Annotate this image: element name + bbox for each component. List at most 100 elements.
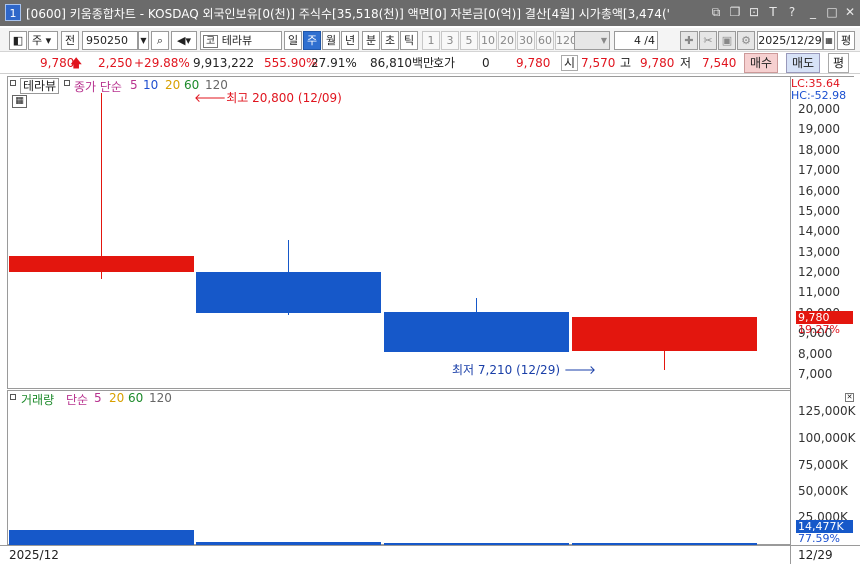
vol-ma-120[interactable]: 120	[149, 391, 172, 405]
close-icon[interactable]: ✕	[843, 5, 857, 19]
turnover: 27.91%	[311, 56, 357, 70]
interval-120[interactable]: 120	[555, 31, 577, 50]
grid-icon[interactable]: ▦	[12, 95, 27, 108]
calendar-icon[interactable]: ▦	[823, 31, 835, 50]
right-arrow-icon: 🡒	[563, 363, 597, 377]
candle-wick	[101, 92, 102, 280]
vol-close-icon[interactable]: ✕	[845, 393, 854, 402]
panel-marker-icon[interactable]	[10, 80, 16, 86]
price-tick: 16,000	[798, 183, 840, 198]
flat-button[interactable]: 평	[837, 31, 855, 50]
restore-icon[interactable]: ❐	[728, 5, 742, 19]
period-tick[interactable]: 틱	[400, 31, 418, 50]
interval-60[interactable]: 60	[536, 31, 554, 50]
chart-toolbar: ◧ 주 ▾ 전 950250 ▼ ⌕ ◀▾ 코 테라뷰 일 주 월 년 분 초 …	[0, 28, 860, 52]
trade-amount: 86,810백만	[370, 56, 435, 70]
window-title: [0600] 키움종합차트 - KOSDAQ 외국인보유[0(천)] 주식수[3…	[26, 7, 670, 21]
interval-30[interactable]: 30	[517, 31, 535, 50]
low-annotation-text: 최저 7,210 (12/29)	[452, 363, 561, 377]
period-minute[interactable]: 분	[362, 31, 380, 50]
link-icon[interactable]: ⧉	[709, 5, 723, 19]
text-icon[interactable]: T	[766, 5, 780, 19]
save-icon[interactable]: ▣	[718, 31, 736, 50]
period-week[interactable]: 주	[303, 31, 321, 50]
minimize-icon[interactable]: _	[806, 5, 820, 19]
low-label: 저	[680, 56, 692, 70]
code-dropdown-icon[interactable]: ▼	[138, 31, 149, 50]
interval-10[interactable]: 10	[479, 31, 497, 50]
pin-icon[interactable]: ⊡	[747, 5, 761, 19]
stock-name-field[interactable]: 코 테라뷰	[200, 31, 282, 50]
volume-ratio: 555.90%	[264, 56, 318, 70]
code-input[interactable]: 950250	[82, 31, 138, 50]
maximize-icon[interactable]: □	[825, 5, 839, 19]
price-pct-tag: 19.27%	[798, 323, 840, 336]
low-annotation: 최저 7,210 (12/29) 🡒	[452, 361, 596, 378]
help-icon[interactable]: ?	[785, 5, 799, 19]
ma-5[interactable]: 5	[130, 78, 138, 92]
period-day[interactable]: 일	[284, 31, 302, 50]
open-price: 7,570	[581, 56, 616, 70]
candle-body	[9, 255, 194, 273]
vol-ma-5[interactable]: 5	[94, 391, 102, 405]
price-tick: 15,000	[798, 203, 840, 218]
period-second[interactable]: 초	[381, 31, 399, 50]
price-tick: 7,000	[798, 367, 833, 381]
up-arrow-icon: 🡅	[70, 56, 83, 70]
start-date: 2025/12	[9, 548, 59, 562]
vol-ma-60[interactable]: 60	[128, 391, 143, 405]
price-tick: 12,000	[798, 265, 840, 280]
stock-legend[interactable]: 테라뷰	[20, 78, 60, 94]
window-titlebar: 1 [0600] 키움종합차트 - KOSDAQ 외국인보유[0(천)] 주식수…	[0, 0, 860, 26]
type-select[interactable]: 주 ▾	[28, 31, 58, 50]
sound-icon[interactable]: ◀▾	[171, 31, 197, 50]
stock-name: 테라뷰	[221, 34, 253, 47]
volume-bar	[9, 530, 194, 545]
gear-icon[interactable]: ⚙	[737, 31, 755, 50]
page-total: /4	[644, 34, 655, 47]
page-indicator: 4 /4	[614, 31, 658, 50]
scissors-icon[interactable]: ✂	[699, 31, 717, 50]
volume-max-note: 14,477,301주(77.59%)	[11, 406, 146, 420]
market-badge: 코	[203, 35, 219, 48]
high-annotation-text: 최고 20,800 (12/09)	[226, 91, 342, 105]
type-select-value: 주	[32, 34, 43, 47]
price-tick: 20,000	[798, 102, 840, 116]
vol-ma-20[interactable]: 20	[109, 391, 124, 405]
high-label: 고	[620, 56, 632, 70]
price-tick: 14,000	[798, 224, 840, 239]
price-change: 2,250	[98, 56, 133, 70]
sell-button[interactable]: 매도	[786, 53, 821, 73]
ma-20[interactable]: 20	[165, 78, 180, 92]
window-number: 1	[5, 4, 21, 21]
ma-marker-icon[interactable]	[64, 80, 70, 86]
change-percent: +29.88%	[134, 56, 190, 70]
open-label: 시	[561, 55, 579, 71]
price-tick: 8,000	[798, 346, 833, 361]
period-month[interactable]: 월	[322, 31, 340, 50]
ma-legend[interactable]: 종가 단순	[74, 78, 122, 95]
vol-marker-icon[interactable]	[10, 394, 16, 400]
time-axis[interactable]: 2025/12 12/29	[0, 545, 860, 564]
interval-3[interactable]: 3	[441, 31, 459, 50]
interval-1[interactable]: 1	[422, 31, 440, 50]
ma-10[interactable]: 10	[143, 78, 158, 92]
buy-button[interactable]: 매수	[744, 53, 779, 73]
hc-value: HC:-52.98	[791, 89, 847, 102]
period-year[interactable]: 년	[341, 31, 359, 50]
interval-20[interactable]: 20	[498, 31, 516, 50]
candle-body	[572, 317, 757, 351]
candle-body	[384, 311, 569, 352]
all-button[interactable]: 전	[61, 31, 79, 50]
price-tick: 19,000	[798, 122, 840, 137]
date-input[interactable]: 2025/12/29	[757, 31, 823, 50]
volume-pct-tag: 77.59%	[798, 532, 840, 545]
interval-5[interactable]: 5	[460, 31, 478, 50]
search-icon[interactable]: ⌕	[151, 31, 169, 50]
crosshair-icon[interactable]: ✚	[680, 31, 698, 50]
flat-toggle-button[interactable]: 평	[828, 53, 850, 73]
interval-dropdown[interactable]: ▼	[574, 31, 610, 50]
high-price: 9,780	[640, 56, 675, 70]
low-price: 7,540	[702, 56, 737, 70]
layout-icon[interactable]: ◧	[9, 31, 27, 50]
